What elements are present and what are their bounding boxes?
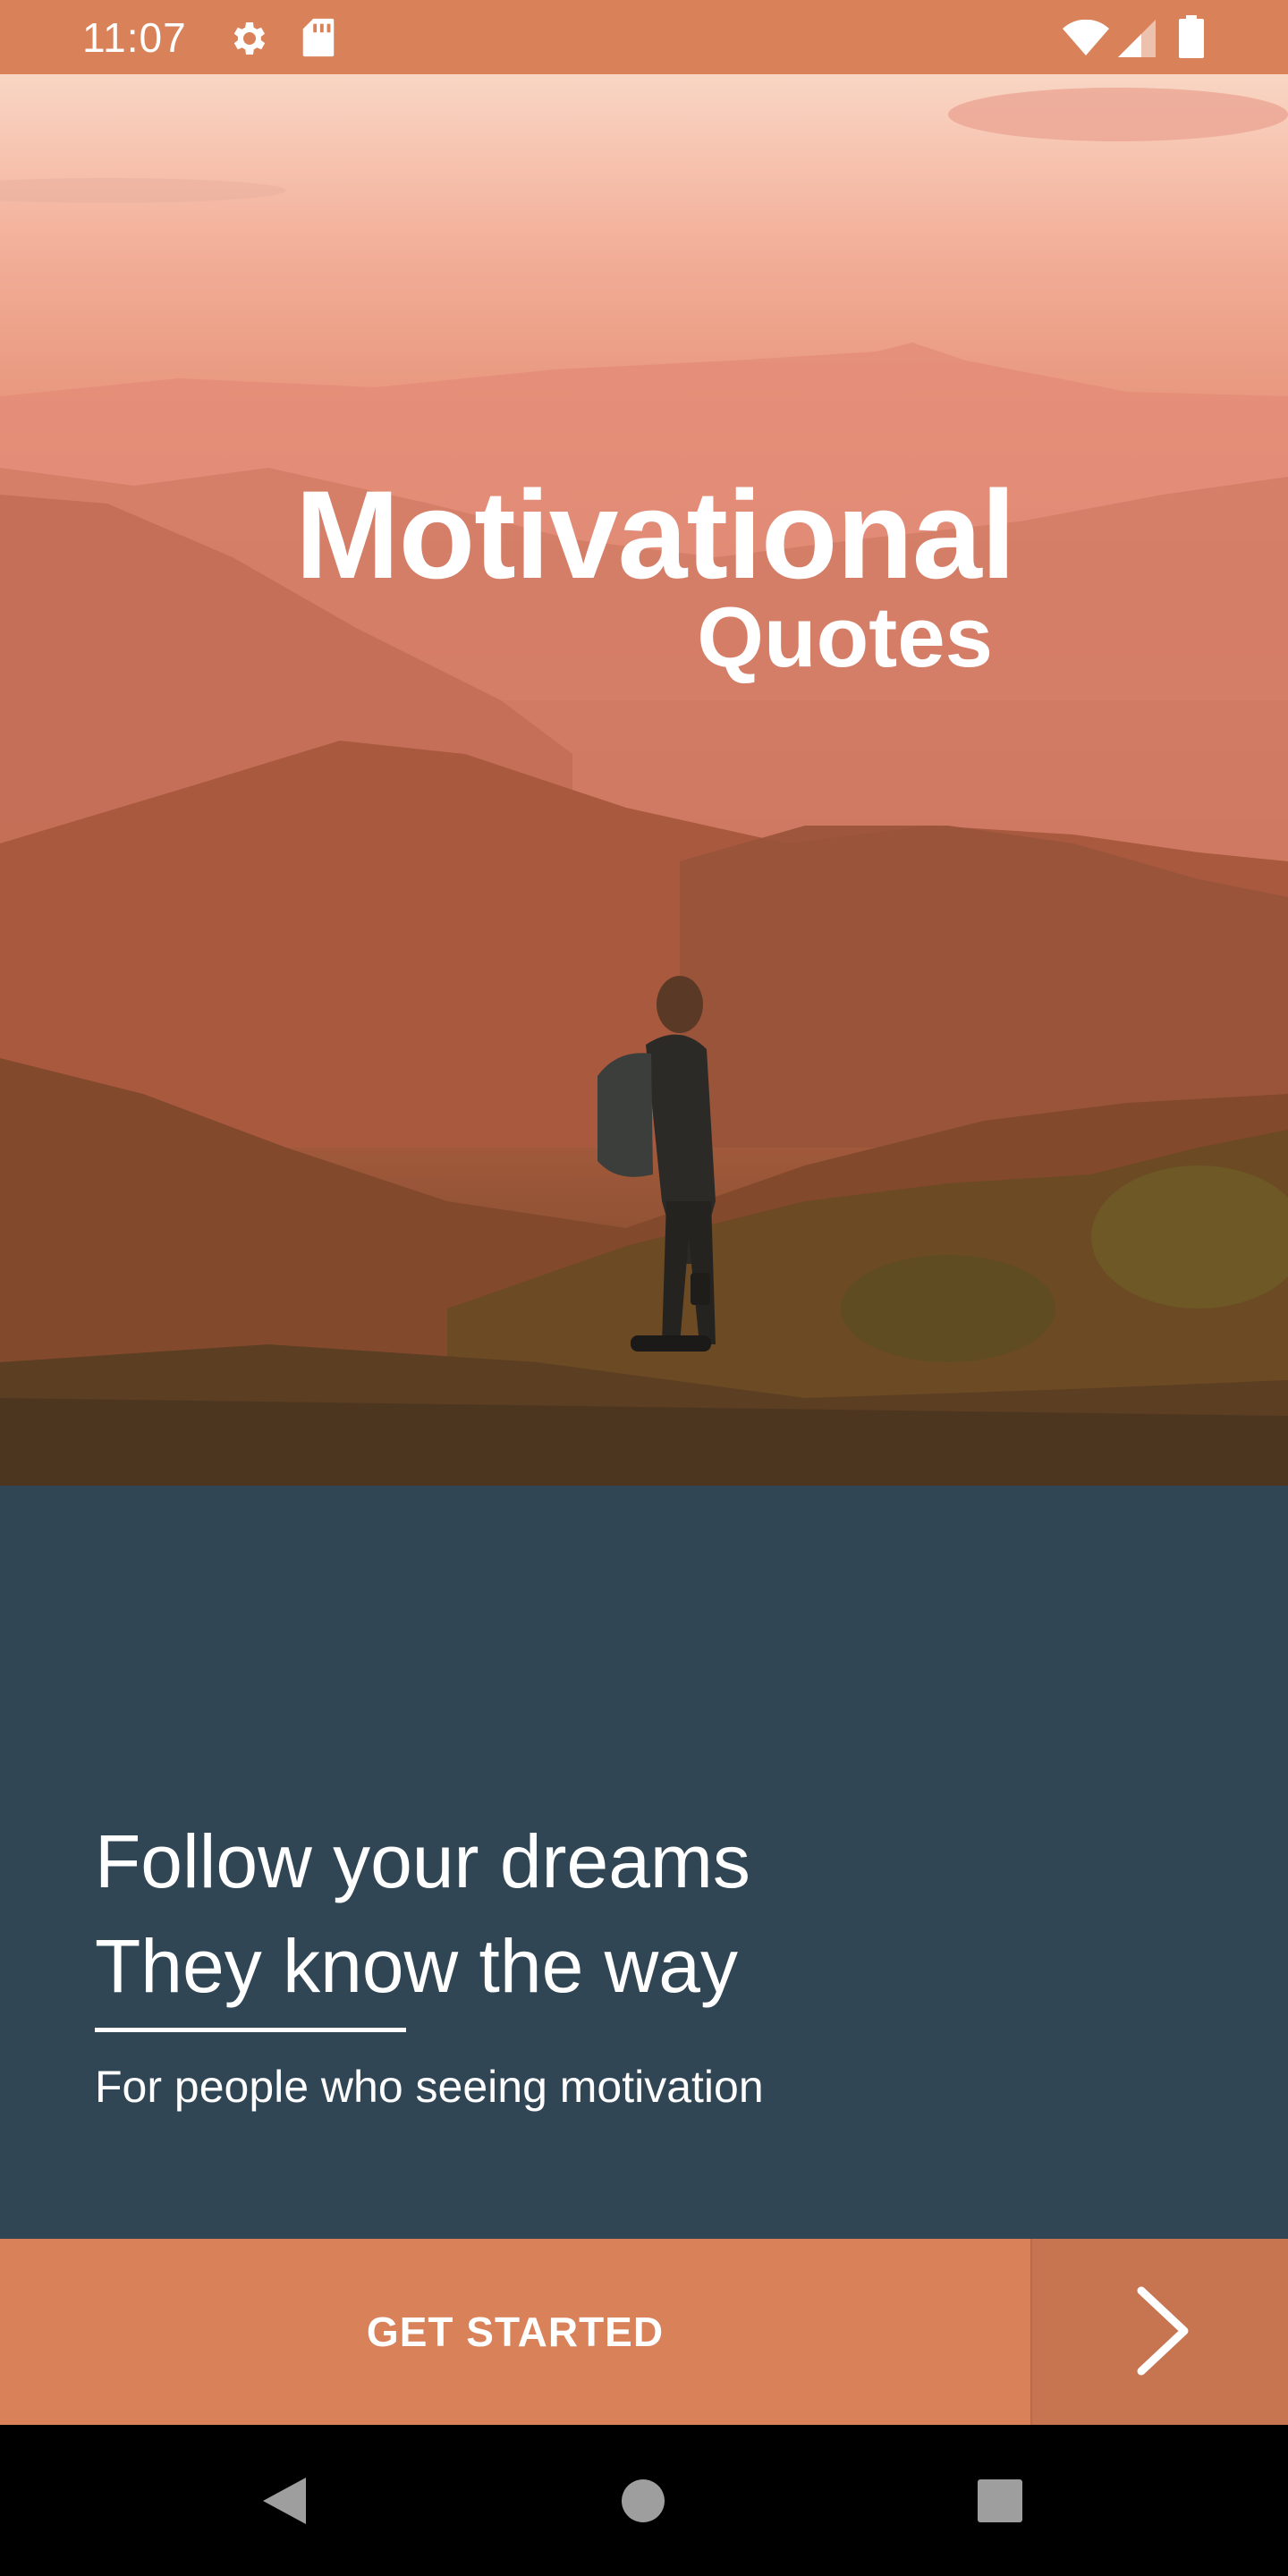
- headline-line-1: Follow your dreams: [95, 1819, 750, 1903]
- battery-icon: [1179, 15, 1204, 58]
- get-started-button[interactable]: GET STARTED: [0, 2239, 1030, 2425]
- mountain-sunset-hiker-photo: [0, 88, 1288, 1486]
- status-bar: 11:07: [0, 0, 1288, 74]
- app-title: Motivational: [295, 464, 1016, 605]
- home-icon[interactable]: [621, 2479, 665, 2523]
- next-button[interactable]: [1030, 2239, 1288, 2425]
- chevron-right-icon: [1137, 2286, 1189, 2376]
- system-nav-bar: [0, 2425, 1288, 2576]
- hero-banner: Motivational Quotes: [0, 74, 1288, 1486]
- status-time: 11:07: [82, 14, 187, 61]
- intro-panel: Follow your dreams They know the way For…: [0, 1486, 1288, 2239]
- recents-icon[interactable]: [977, 2479, 1023, 2523]
- headline-line-2: They know the way: [95, 1924, 739, 2008]
- headline-underline: [95, 2028, 406, 2032]
- back-icon[interactable]: [259, 2476, 308, 2526]
- wifi-icon: [1063, 20, 1109, 55]
- gear-icon: [233, 22, 266, 55]
- app-subtitle: Quotes: [697, 589, 993, 685]
- sd-card-icon: [302, 18, 335, 57]
- cell-signal-icon: [1118, 20, 1156, 57]
- get-started-label: GET STARTED: [366, 2309, 665, 2355]
- tagline: For people who seeing motivation: [95, 2062, 764, 2112]
